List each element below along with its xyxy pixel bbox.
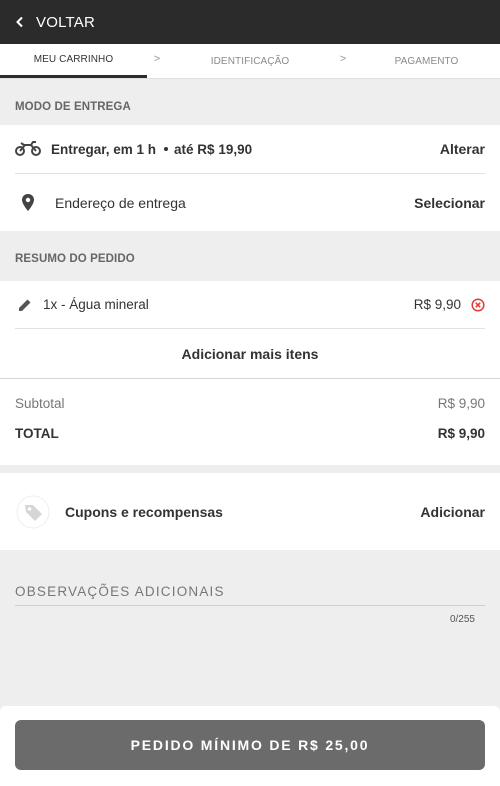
delivery-section-title: MODO DE ENTREGA <box>15 101 131 113</box>
subtotal-line: Subtotal R$ 9,90 <box>15 396 485 426</box>
step-payment[interactable]: PAGAMENTO <box>353 44 500 78</box>
order-item-price: R$ 9,90 <box>413 297 461 312</box>
motorcycle-icon <box>15 141 41 156</box>
divider <box>0 465 500 473</box>
checkout-steps: MEU CARRINHO > IDENTIFICAÇÃO > PAGAMENTO <box>0 44 500 79</box>
subtotal-label: Subtotal <box>15 396 65 411</box>
back-button[interactable]: VOLTAR <box>14 14 95 31</box>
delivery-mode-text: Entregar, em 1 h até R$ 19,90 <box>51 142 252 157</box>
tag-icon <box>16 495 50 528</box>
pencil-icon[interactable] <box>17 297 33 313</box>
step-identification[interactable]: IDENTIFICAÇÃO <box>167 44 333 78</box>
notes-field[interactable]: OBSERVAÇÕES ADICIONAIS <box>15 584 485 606</box>
delivery-price: até R$ 19,90 <box>174 141 253 157</box>
order-item-label: 1x - Água mineral <box>43 297 149 312</box>
totals-block: Subtotal R$ 9,90 TOTAL R$ 9,90 <box>0 379 500 465</box>
address-label: Endereço de entrega <box>55 194 186 211</box>
delivery-mode-row: Entregar, em 1 h até R$ 19,90 Alterar <box>15 125 485 174</box>
minimum-order-button[interactable]: PEDIDO MÍNIMO DE R$ 25,00 <box>15 720 485 770</box>
change-delivery-button[interactable]: Alterar <box>440 141 485 157</box>
notes-counter: 0/255 <box>449 614 475 625</box>
select-address-button[interactable]: Selecionar <box>414 195 485 211</box>
back-label: VOLTAR <box>36 13 95 31</box>
delivery-card: Entregar, em 1 h até R$ 19,90 Alterar End… <box>0 125 500 231</box>
step-cart[interactable]: MEU CARRINHO <box>0 44 147 78</box>
dot-separator <box>164 146 169 151</box>
add-more-items-button[interactable]: Adicionar mais itens <box>0 329 500 379</box>
add-coupon-button[interactable]: Adicionar <box>420 504 485 520</box>
notes-section: OBSERVAÇÕES ADICIONAIS 0/255 <box>0 550 500 625</box>
step-separator: > <box>339 53 347 65</box>
footer: PEDIDO MÍNIMO DE R$ 25,00 <box>0 706 500 786</box>
top-bar: VOLTAR <box>0 0 500 44</box>
order-section-title: RESUMO DO PEDIDO <box>15 253 135 265</box>
total-label: TOTAL <box>15 426 59 441</box>
step-separator: > <box>153 53 161 65</box>
coupon-row: Cupons e recompensas Adicionar <box>0 473 500 550</box>
address-row: Endereço de entrega Selecionar <box>15 174 485 231</box>
subtotal-value: R$ 9,90 <box>437 396 485 411</box>
order-item-row: 1x - Água mineral R$ 9,90 <box>15 281 485 329</box>
total-line: TOTAL R$ 9,90 <box>15 426 485 441</box>
total-value: R$ 9,90 <box>437 426 485 441</box>
delivery-time: Entregar, em 1 h <box>51 141 157 157</box>
remove-circle-icon[interactable] <box>471 297 485 312</box>
order-card: 1x - Água mineral R$ 9,90 Adicionar mais… <box>0 281 500 465</box>
chevron-left-icon <box>16 16 23 28</box>
location-pin-icon <box>22 193 34 211</box>
coupon-label: Cupons e recompensas <box>65 503 223 520</box>
